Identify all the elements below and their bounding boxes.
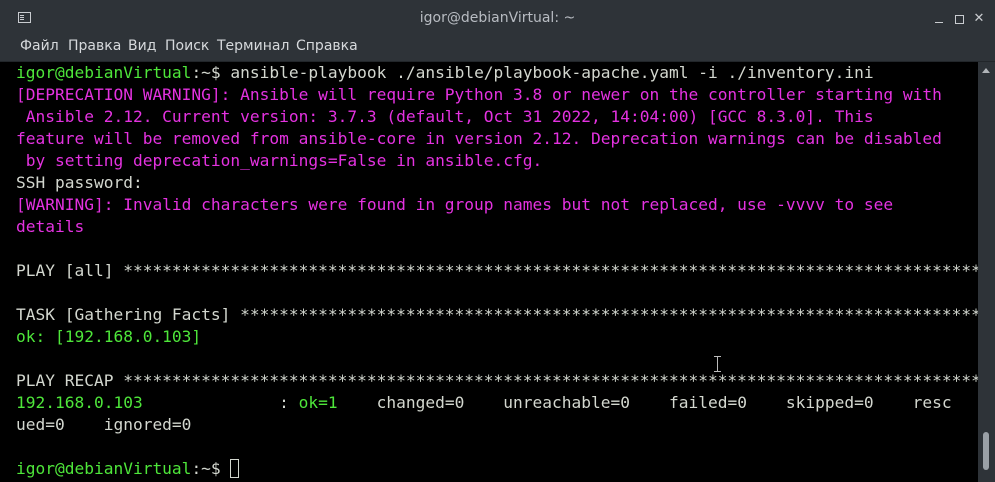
recap-line: 192.168.0.103 : ok=1 changed=0 unreachab…: [16, 392, 952, 414]
warning-line: [WARNING]: Invalid characters were found…: [16, 195, 894, 214]
task-gathering-facts-header: TASK [Gathering Facts] *****************…: [16, 305, 995, 324]
deprecation-line: Ansible 2.12. Current version: 3.7.3 (de…: [16, 107, 874, 126]
recap-ok: ok=1: [298, 393, 338, 412]
mouse-ibeam-cursor-icon: [714, 356, 721, 372]
close-icon[interactable]: ✕: [972, 12, 986, 26]
prompt-path: :~$: [191, 63, 231, 82]
deprecation-line: feature will be removed from ansible-cor…: [16, 129, 942, 148]
menu-bar: Файл Правка Вид Поиск Терминал Справка: [0, 36, 995, 62]
menu-file[interactable]: Файл: [20, 38, 59, 54]
menu-help[interactable]: Справка: [296, 38, 358, 54]
terminal-output[interactable]: igor@debianVirtual:~$ ansible-playbook .…: [0, 62, 995, 482]
prompt-user: igor@debianVirtual: [16, 459, 192, 478]
scroll-up-icon[interactable]: [982, 68, 990, 73]
ssh-password-prompt: SSH password:: [16, 173, 143, 192]
vertical-scrollbar[interactable]: [978, 62, 995, 482]
play-recap-header: PLAY RECAP *****************************…: [16, 371, 995, 390]
warning-line: details: [16, 217, 85, 236]
menu-search[interactable]: Поиск: [165, 38, 209, 54]
task-ok-result: ok: [192.168.0.103]: [16, 327, 202, 346]
recap-host: 192.168.0.103: [16, 393, 143, 412]
recap-stats: changed=0 unreachable=0 failed=0 skipped…: [337, 393, 952, 412]
command-text: ansible-playbook ./ansible/playbook-apac…: [230, 63, 874, 82]
play-all-header: PLAY [all] *****************************…: [16, 261, 995, 280]
recap-colon: :: [142, 393, 299, 412]
deprecation-line: [DEPRECATION WARNING]: Ansible will requ…: [16, 85, 942, 104]
window-title: igor@debianVirtual: ~: [419, 10, 576, 26]
maximize-icon[interactable]: [952, 12, 966, 26]
minimize-icon[interactable]: [932, 12, 946, 26]
deprecation-line: by setting deprecation_warnings=False in…: [16, 151, 543, 170]
menu-edit[interactable]: Правка: [68, 38, 121, 54]
prompt-user: igor@debianVirtual: [16, 63, 192, 82]
recap-continuation: ued=0 ignored=0: [16, 415, 192, 434]
menu-view[interactable]: Вид: [128, 38, 156, 54]
scrollbar-thumb[interactable]: [983, 432, 989, 470]
menu-terminal[interactable]: Терминал: [217, 38, 289, 54]
prompt-path: :~$: [191, 459, 231, 478]
command-line: igor@debianVirtual:~$ ansible-playbook .…: [16, 62, 874, 84]
title-bar[interactable]: igor@debianVirtual: ~ ✕: [0, 0, 995, 36]
current-prompt-line: igor@debianVirtual:~$: [16, 458, 240, 480]
text-cursor: [230, 459, 240, 478]
terminal-window: igor@debianVirtual: ~ ✕ Файл Правка Вид …: [0, 0, 995, 482]
